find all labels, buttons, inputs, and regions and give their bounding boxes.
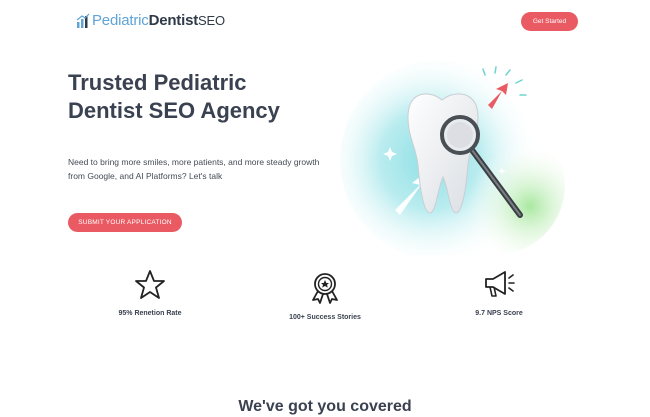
hero-title-line-2: Dentist SEO Agency	[68, 98, 280, 123]
logo-text-pediatric: Pediatric	[92, 12, 149, 29]
submit-application-button[interactable]: SUBMIT YOUR APPLICATION	[68, 213, 182, 232]
site-header: PediatricDentistSEO Get Started	[0, 0, 650, 44]
hero-title: Trusted Pediatric Dentist SEO Agency	[68, 69, 338, 125]
covered-section-title: We've got you covered	[238, 398, 412, 415]
logo-text: PediatricDentistSEO	[92, 11, 225, 31]
bar-chart-growth-icon	[76, 13, 90, 28]
stat-nps-score: 9.7 NPS Score	[439, 268, 559, 317]
get-started-button[interactable]: Get Started	[521, 12, 578, 31]
hero-description: Need to bring more smiles, more patients…	[68, 157, 320, 181]
logo-text-seo: SEO	[198, 13, 225, 28]
tooth-magnifying-glass-illustration	[340, 60, 565, 255]
stat-label: 9.7 NPS Score	[475, 310, 523, 317]
stat-success-stories: 100+ Success Stories	[265, 270, 385, 321]
hero-title-line-1: Trusted Pediatric	[68, 70, 247, 95]
star-icon	[135, 270, 165, 299]
logo-text-dentist: Dentist	[148, 12, 199, 29]
stat-label: 95% Renetion Rate	[118, 310, 182, 317]
stat-retention: 95% Renetion Rate	[90, 268, 210, 317]
megaphone-icon	[485, 271, 515, 297]
award-ribbon-icon	[312, 273, 338, 304]
stat-label: 100+ Success Stories	[289, 314, 361, 321]
site-logo[interactable]: PediatricDentistSEO	[76, 11, 225, 31]
